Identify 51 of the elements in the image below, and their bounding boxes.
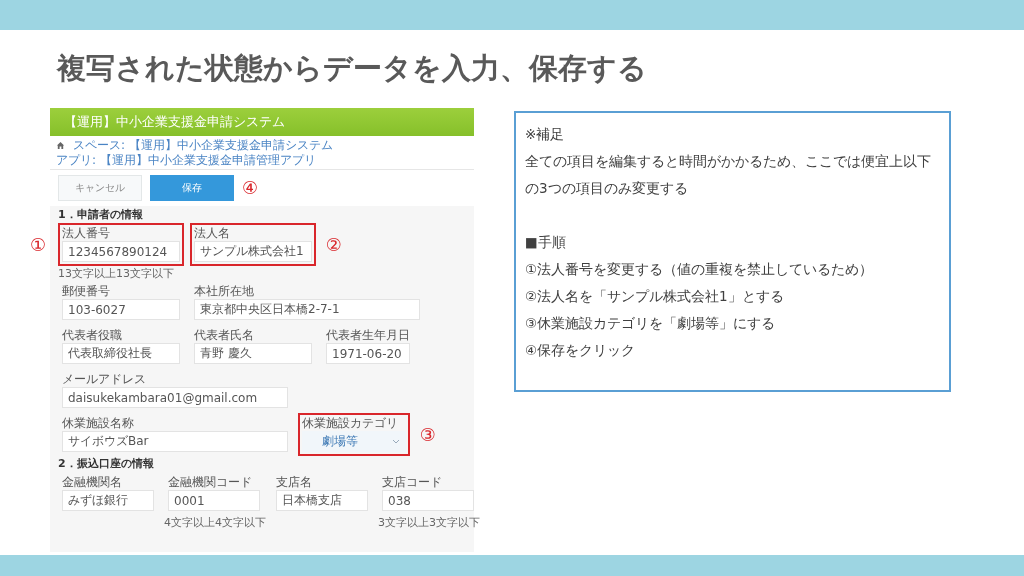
note-text: ※補足 <box>525 125 566 144</box>
field-label: 郵便番号 <box>62 284 111 298</box>
note-text: ①法人番号を変更する（値の重複を禁止しているため） <box>525 260 875 279</box>
field-label: 法人番号 <box>62 226 111 240</box>
note-text: ③休業施設カテゴリを「劇場等」にする <box>525 314 777 333</box>
input-field[interactable]: 代表取締役社長 <box>62 343 180 364</box>
note-text: ④保存をクリック <box>525 341 637 360</box>
input-field[interactable]: daisukekambara01@gmail.com <box>62 387 288 408</box>
step-marker: ② <box>325 234 342 255</box>
step-marker: ① <box>30 234 47 255</box>
note-text: ②法人名を「サンプル株式会社1」とする <box>525 287 785 306</box>
field-label: メールアドレス <box>62 372 147 386</box>
section-heading: 2．振込口座の情報 <box>58 457 155 471</box>
field-label: 休業施設名称 <box>62 416 135 430</box>
note-text: 全ての項目を編集すると時間がかかるため、ここでは便宜上以下の3つの項目のみ変更する <box>525 152 932 198</box>
input-field[interactable]: サイボウズBar <box>62 431 288 452</box>
home-icon <box>56 140 65 150</box>
field-label: 金融機関コード <box>168 475 253 489</box>
field-label: 休業施設カテゴリ <box>302 416 399 430</box>
note-text: ■手順 <box>525 233 567 252</box>
field-label: 支店コード <box>382 475 443 489</box>
input-field[interactable]: 038 <box>382 490 474 511</box>
field-label: 法人名 <box>194 226 231 240</box>
breadcrumb-link[interactable]: スペース: 【運用】中小企業支援金申請システム <box>73 138 333 152</box>
breadcrumb-link[interactable]: アプリ: 【運用】中小企業支援金申請管理アプリ <box>56 153 316 167</box>
app-title: 【運用】中小企業支援金申請システム <box>64 113 285 131</box>
input-field[interactable]: 青野 慶久 <box>194 343 312 364</box>
field-label: 支店名 <box>276 475 313 489</box>
step-marker: ④ <box>242 178 259 198</box>
slide-title: 複写された状態からデータを入力、保存する <box>57 50 648 87</box>
field-label: 代表者生年月日 <box>326 328 410 342</box>
field-hint: 3文字以上3文字以下 <box>378 516 480 529</box>
field-hint: 4文字以上4文字以下 <box>164 516 266 529</box>
field-label: 本社所在地 <box>194 284 255 298</box>
input-field[interactable]: 日本橋支店 <box>276 490 368 511</box>
input-field[interactable]: 103-6027 <box>62 299 180 320</box>
field-label: 代表者役職 <box>62 328 123 342</box>
input-field[interactable]: サンプル株式会社1 <box>194 241 312 262</box>
cancel-button[interactable]: キャンセル <box>58 175 142 201</box>
field-label: 代表者氏名 <box>194 328 255 342</box>
input-field[interactable]: 1971-06-20 <box>326 343 410 364</box>
field-hint: 13文字以上13文字以下 <box>58 267 175 280</box>
input-field[interactable]: みずほ銀行 <box>62 490 154 511</box>
category-select[interactable]: 劇場等 <box>302 431 406 452</box>
input-field[interactable]: 1234567890124 <box>62 241 180 262</box>
chevron-down-icon <box>392 439 400 444</box>
input-field[interactable]: 0001 <box>168 490 260 511</box>
input-field[interactable]: 東京都中央区日本橋2-7-1 <box>194 299 420 320</box>
step-marker: ③ <box>419 424 436 445</box>
section-heading: 1．申請者の情報 <box>58 208 144 222</box>
field-label: 金融機関名 <box>62 475 123 489</box>
